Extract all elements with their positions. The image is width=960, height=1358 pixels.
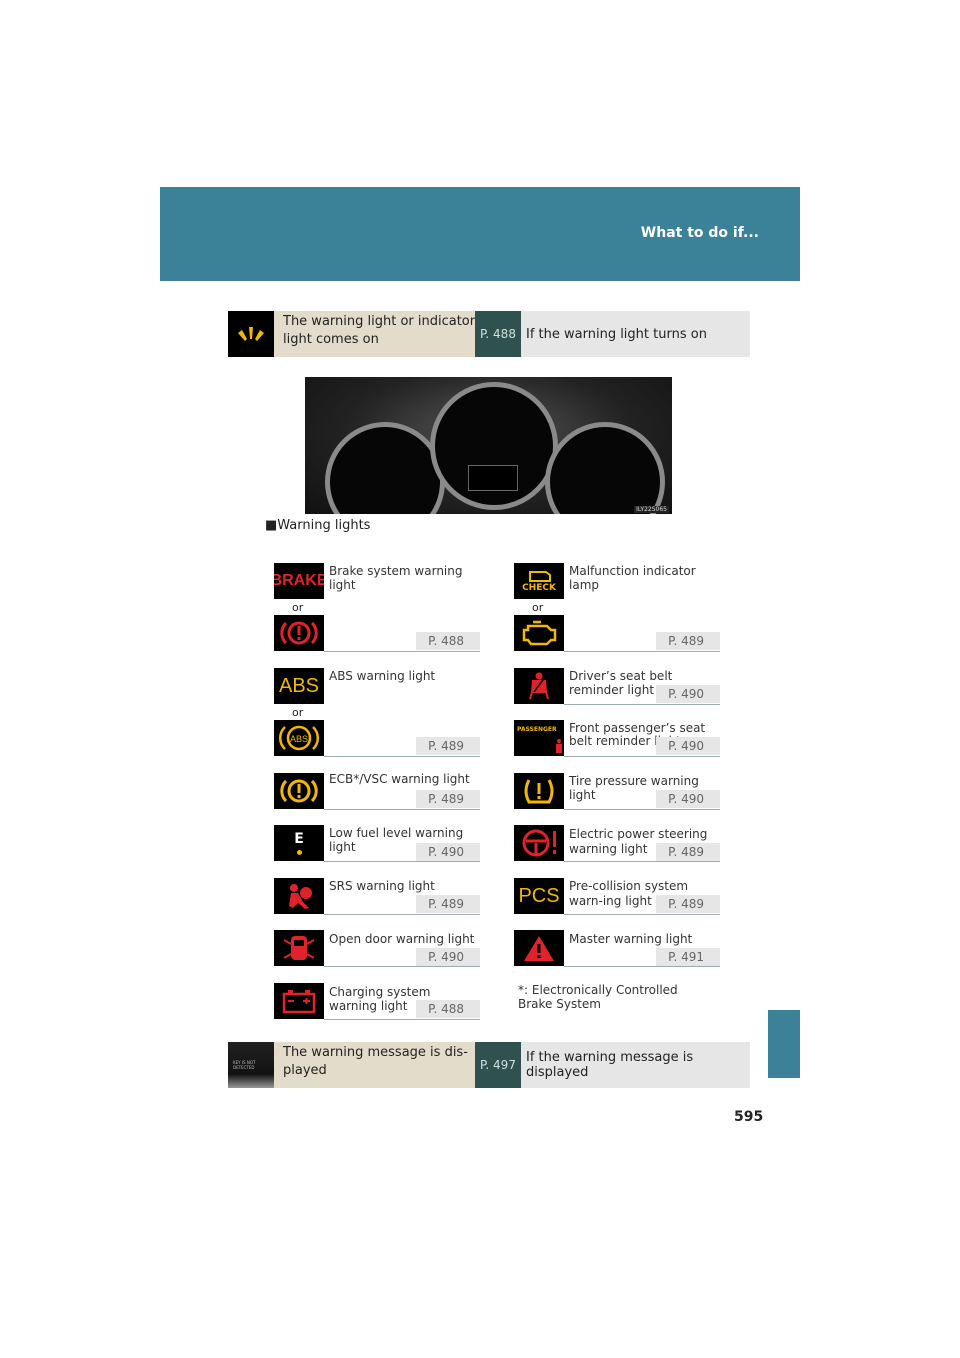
master-warning-icon: [514, 930, 564, 966]
page-number: 595: [734, 1109, 764, 1125]
page-reference-link[interactable]: P. 489: [656, 895, 720, 913]
divider: [564, 704, 720, 705]
image-code: ILY22S065: [634, 506, 669, 513]
divider: [324, 966, 480, 967]
page-reference-link[interactable]: P. 488: [416, 632, 480, 650]
divider: [564, 756, 720, 757]
or-label: or: [292, 601, 304, 614]
abs-circle-icon: ABS: [274, 720, 324, 756]
warning-label: Master warning light: [569, 932, 693, 946]
page-reference-link[interactable]: P. 490: [656, 737, 720, 755]
tachometer: [325, 422, 445, 514]
warning-label: SRS warning light: [329, 879, 435, 893]
divider: [324, 861, 480, 862]
banner-label: The warning light or indicator light com…: [274, 311, 504, 357]
check-engine-text-icon: CHECK: [514, 563, 564, 599]
engine-icon: [514, 615, 564, 651]
brake-text-icon: BRAKE: [274, 563, 324, 599]
divider: [564, 809, 720, 810]
divider: [324, 914, 480, 915]
ecb-vsc-icon: [274, 773, 324, 809]
low-fuel-icon: E: [274, 825, 324, 861]
message-display-icon: KEY IS NOT DETECTED: [228, 1042, 274, 1088]
divider: [564, 966, 720, 967]
page-reference-link[interactable]: P. 489: [656, 632, 720, 650]
or-label: or: [292, 706, 304, 719]
page-reference-link[interactable]: P. 489: [416, 790, 480, 808]
warning-label: ECB*/VSC warning light: [329, 772, 470, 786]
footnote: *: Electronically Controlled Brake Syste…: [518, 983, 678, 1011]
page-reference-link[interactable]: P. 488: [416, 1000, 480, 1018]
pcs-icon: PCS: [514, 878, 564, 914]
banner-description: If the warning message is displayed: [521, 1042, 750, 1088]
banner-label: The warning message is dis-played: [274, 1042, 504, 1088]
instrument-cluster-image: ILY22S065: [305, 377, 672, 514]
divider: [564, 914, 720, 915]
divider: [324, 651, 480, 652]
page-reference-link[interactable]: P. 489: [416, 737, 480, 755]
header-band: What to do if...: [160, 187, 800, 281]
abs-text-icon: ABS: [274, 668, 324, 704]
steering-icon: [514, 825, 564, 861]
divider: [324, 809, 480, 810]
section-heading: ■Warning lights: [265, 518, 371, 533]
divider: [564, 861, 720, 862]
divider: [324, 756, 480, 757]
open-door-icon: [274, 930, 324, 966]
passenger-seat-belt-icon: PASSENGER: [514, 720, 564, 756]
or-label: or: [532, 601, 544, 614]
page-reference-link[interactable]: P. 490: [416, 948, 480, 966]
banner-description: If the warning light turns on: [521, 311, 750, 357]
seat-belt-icon: [514, 668, 564, 704]
banner-warning-message: KEY IS NOT DETECTED The warning message …: [228, 1042, 750, 1088]
srs-airbag-icon: [274, 878, 324, 914]
chapter-tab[interactable]: [768, 1010, 800, 1078]
header-title: What to do if...: [640, 225, 759, 241]
tire-pressure-icon: [514, 773, 564, 809]
page-reference-link[interactable]: P. 490: [416, 843, 480, 861]
warning-label: Malfunction indicator lamp: [569, 564, 696, 592]
odometer-display: [468, 465, 518, 491]
page-reference-link[interactable]: P. 489: [656, 843, 720, 861]
banner-warning-light: The warning light or indicator light com…: [228, 311, 750, 357]
manual-page: What to do if... The warning light or in…: [0, 0, 960, 1358]
warning-label: Brake system warning light: [329, 564, 463, 592]
warning-light-flash-icon: [228, 311, 274, 357]
warning-label: ABS warning light: [329, 669, 436, 683]
page-reference-link[interactable]: P. 488: [475, 311, 521, 357]
page-reference-link[interactable]: P. 497: [475, 1042, 521, 1088]
svg-text:ABS: ABS: [290, 734, 308, 744]
divider: [324, 1019, 480, 1020]
battery-icon: [274, 983, 324, 1019]
divider: [564, 651, 720, 652]
page-reference-link[interactable]: P. 489: [416, 895, 480, 913]
brake-circle-icon: [274, 615, 324, 651]
fuel-temp-gauge: [545, 422, 665, 514]
warning-label: Open door warning light: [329, 932, 475, 946]
page-reference-link[interactable]: P. 490: [656, 685, 720, 703]
page-reference-link[interactable]: P. 490: [656, 790, 720, 808]
page-reference-link[interactable]: P. 491: [656, 948, 720, 966]
